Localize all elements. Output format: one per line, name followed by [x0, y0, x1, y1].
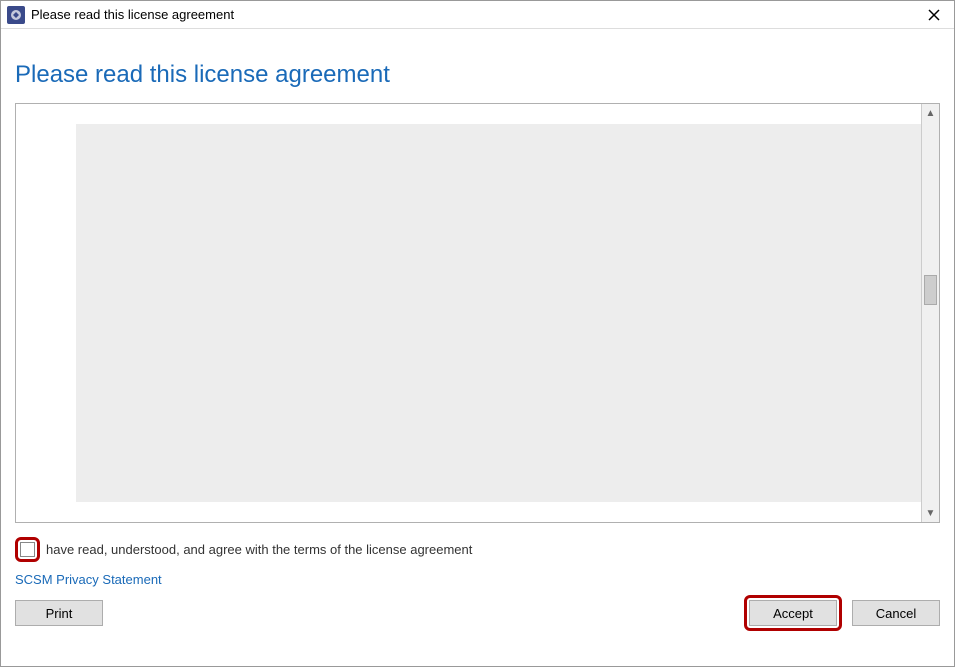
app-icon: [7, 6, 25, 24]
scroll-track[interactable]: [922, 122, 939, 504]
privacy-statement-link[interactable]: SCSM Privacy Statement: [15, 572, 940, 587]
checkbox-highlight: [15, 537, 40, 562]
accept-button-highlight: Accept: [744, 595, 842, 631]
agree-checkbox-label: have read, understood, and agree with th…: [46, 542, 472, 557]
license-text-area[interactable]: [16, 104, 921, 522]
scroll-thumb[interactable]: [924, 275, 937, 305]
close-button[interactable]: [920, 3, 948, 27]
scroll-down-arrow-icon[interactable]: ▼: [922, 504, 939, 522]
scrollbar[interactable]: ▲ ▼: [921, 104, 939, 522]
button-row: Print Accept Cancel: [15, 595, 940, 631]
titlebar: Please read this license agreement: [1, 1, 954, 29]
scroll-up-arrow-icon[interactable]: ▲: [922, 104, 939, 122]
dialog-content: Please read this license agreement ▲ ▼ h…: [1, 29, 954, 666]
cancel-button[interactable]: Cancel: [852, 600, 940, 626]
license-agreement-box: ▲ ▼: [15, 103, 940, 523]
window-title: Please read this license agreement: [31, 7, 920, 22]
accept-button[interactable]: Accept: [749, 600, 837, 626]
page-heading: Please read this license agreement: [15, 61, 940, 89]
agree-checkbox-row: have read, understood, and agree with th…: [15, 537, 940, 562]
license-text-content: [76, 124, 921, 502]
print-button[interactable]: Print: [15, 600, 103, 626]
agree-checkbox[interactable]: [20, 542, 35, 557]
